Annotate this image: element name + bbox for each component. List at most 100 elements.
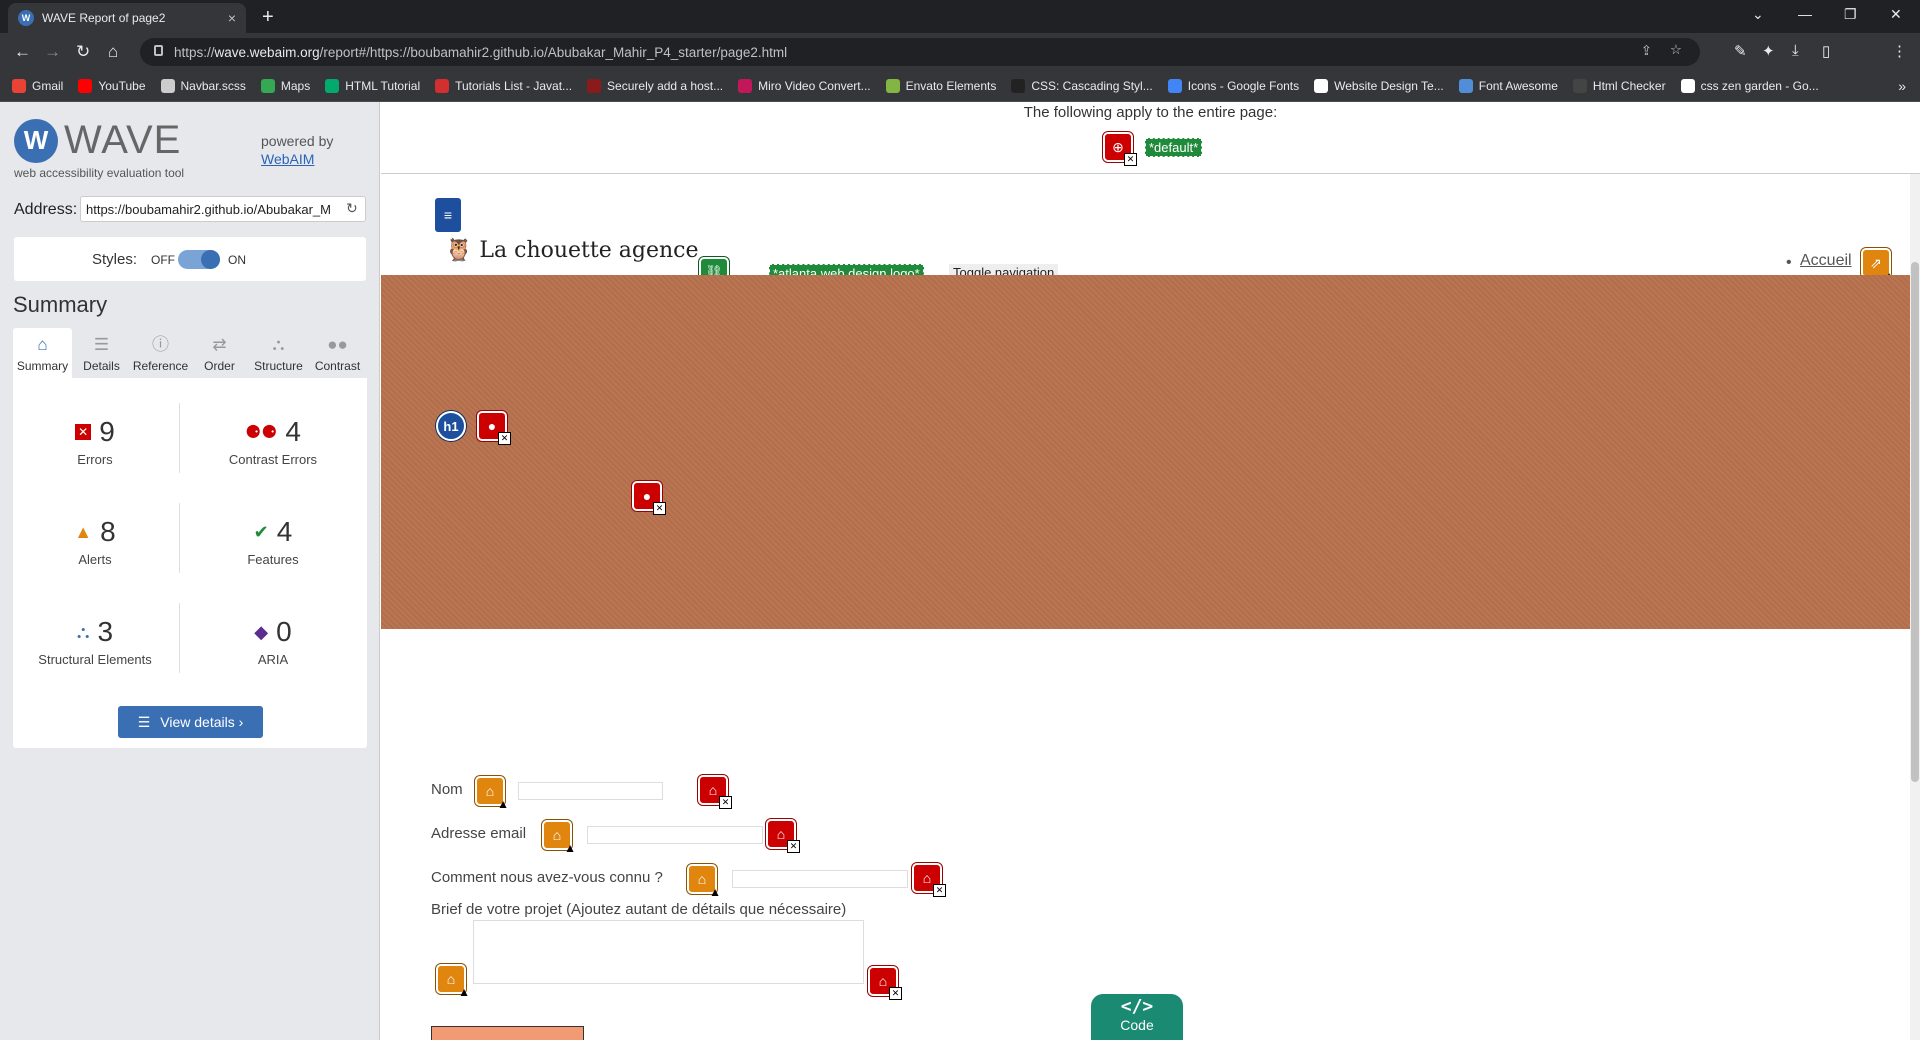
bookmark-item[interactable]: HTML Tutorial [325, 79, 420, 93]
redundant-link-alert-icon[interactable]: ⇗▲ [1861, 248, 1895, 283]
bookmark-favicon-icon [160, 79, 175, 93]
wave-favicon-icon: W [18, 10, 34, 26]
error-x-badge: ✕ [653, 502, 666, 515]
back-icon[interactable]: ← [14, 42, 31, 62]
webaim-link[interactable]: WebAIM [261, 151, 314, 167]
refresh-icon[interactable]: ↻ [346, 200, 358, 217]
view-details-button[interactable]: ☰ View details › [118, 706, 263, 738]
empty-button-error-icon[interactable]: ● ✕ [632, 481, 666, 515]
tab-search-icon[interactable]: ⌄ [1752, 6, 1764, 23]
alert-badge: ▲ [709, 885, 721, 899]
styles-toggle[interactable] [178, 250, 220, 269]
source-input[interactable] [732, 870, 908, 888]
reload-icon[interactable]: ↻ [76, 42, 90, 62]
extension-wave-icon[interactable]: ✎ [1734, 42, 1747, 60]
tab-structure[interactable]: ⛬ Structure [249, 328, 308, 378]
extensions-puzzle-icon[interactable]: ✦ [1762, 42, 1775, 60]
wave-logo: W WAVE [14, 118, 181, 163]
label-alert-icon[interactable]: ⌂ ▲ [687, 864, 721, 899]
browser-tab[interactable]: W WAVE Report of page2 × [8, 3, 246, 33]
features-label: Features [247, 552, 299, 567]
bookmark-favicon-icon [1167, 79, 1182, 93]
label-alert-icon[interactable]: ⌂ ▲ [542, 820, 576, 855]
bookmark-item[interactable]: Icons - Google Fonts [1167, 79, 1299, 93]
aria-stat[interactable]: ◆ 0 ARIA [198, 616, 348, 667]
errors-count: 9 [99, 416, 115, 447]
contrast-errors-stat[interactable]: ⚈⚈ 4 Contrast Errors [198, 416, 348, 467]
tab-details[interactable]: ☰ Details [72, 328, 131, 378]
share-icon[interactable]: ⇪ [1641, 43, 1652, 59]
scrollbar-thumb[interactable] [1911, 262, 1919, 782]
bookmark-item[interactable]: css zen garden - Go... [1680, 79, 1819, 93]
email-input[interactable] [587, 826, 763, 844]
bookmarks-more-icon[interactable]: » [1898, 78, 1906, 94]
bookmark-item[interactable]: YouTube [78, 79, 146, 93]
bookmark-item[interactable]: Navbar.scss [160, 79, 246, 93]
missing-label-error-icon[interactable]: ⌂ ✕ [698, 775, 732, 809]
address-bar[interactable]: https://wave.webaim.org/report#/https://… [140, 38, 1700, 66]
tab-contrast[interactable]: ●● Contrast [308, 328, 367, 378]
tab-summary[interactable]: ⌂ Summary [13, 328, 72, 378]
errors-stat[interactable]: ✕ 9 Errors [20, 416, 170, 467]
bookmark-favicon-icon [738, 79, 753, 93]
bookmark-favicon-icon [587, 79, 602, 93]
submit-button[interactable] [431, 1026, 584, 1040]
bookmark-item[interactable]: Miro Video Convert... [738, 79, 871, 93]
new-tab-button[interactable]: + [262, 6, 274, 29]
minimize-icon[interactable]: — [1798, 6, 1812, 22]
alert-icon: ▲ [74, 521, 93, 542]
bookmark-label: Miro Video Convert... [758, 79, 871, 93]
tab-label: Reference [132, 359, 189, 373]
label-alert-icon[interactable]: ⌂ ▲ [475, 776, 509, 811]
panel-tabs: ⌂ Summary ☰ Details ⓘ Reference ⇄ Order ⛬ Str… [13, 328, 367, 378]
bookmark-item[interactable]: Font Awesome [1458, 79, 1558, 93]
missing-label-error-icon[interactable]: ⌂ ✕ [912, 863, 946, 897]
styles-label: Styles: [92, 251, 138, 268]
h1-structure-icon[interactable]: h1 [436, 411, 466, 441]
bookmark-item[interactable]: Gmail [12, 79, 63, 93]
missing-label-error-icon[interactable]: ⌂ ✕ [868, 966, 902, 1000]
site-logo[interactable]: 🦉 La chouette agence [445, 238, 698, 263]
alert-badge: ▲ [564, 841, 576, 855]
tab-order[interactable]: ⇄ Order [190, 328, 249, 378]
order-icon: ⇄ [212, 335, 227, 354]
empty-heading-error-icon[interactable]: ● ✕ [477, 411, 511, 445]
error-x-badge: ✕ [719, 796, 732, 809]
label-alert-icon[interactable]: ⌂ ▲ [436, 964, 470, 999]
brief-textarea[interactable] [473, 920, 864, 984]
nav-link-accueil[interactable]: Accueil [1800, 252, 1852, 270]
address-input[interactable]: https://boubamahir2.github.io/Abubakar_M [80, 196, 366, 222]
bookmark-item[interactable]: Html Checker [1572, 79, 1666, 93]
page-scrollbar[interactable] [1910, 174, 1920, 1040]
missing-label-error-icon[interactable]: ⌂ ✕ [766, 819, 800, 853]
home-icon[interactable]: ⌂ [108, 42, 118, 62]
tab-close-icon[interactable]: × [228, 10, 236, 26]
bookmark-item[interactable]: CSS: Cascading Styl... [1011, 79, 1153, 93]
structural-stat[interactable]: ⛬ 3 Structural Elements [20, 616, 170, 667]
bookmark-item[interactable]: Website Design Te... [1314, 79, 1444, 93]
bookmark-item[interactable]: Securely add a host... [587, 79, 723, 93]
tab-reference[interactable]: ⓘ Reference [131, 328, 190, 378]
restore-icon[interactable]: ❐ [1844, 6, 1857, 23]
tab-label: Order [204, 359, 235, 373]
wave-subtitle: web accessibility evaluation tool [14, 166, 185, 180]
bookmark-label: Navbar.scss [180, 79, 246, 93]
download-icon[interactable]: ⤓ [1792, 42, 1799, 59]
window-close-icon[interactable]: ✕ [1890, 6, 1902, 23]
bookmark-item[interactable]: Maps [260, 79, 310, 93]
bookmark-star-icon[interactable]: ☆ [1670, 42, 1682, 58]
bookmark-item[interactable]: Envato Elements [885, 79, 996, 93]
language-error-icon[interactable]: ⊕ ✕ [1103, 132, 1137, 166]
bookmark-item[interactable]: Tutorials List - Javat... [435, 79, 572, 93]
code-toggle-button[interactable]: </> Code [1091, 994, 1183, 1040]
menu-dots-icon[interactable]: ⋮ [1892, 42, 1907, 60]
tab-title: WAVE Report of page2 [42, 11, 166, 25]
nom-input[interactable] [518, 782, 663, 800]
side-panel-icon[interactable]: ▯ [1822, 42, 1830, 60]
default-language-label[interactable]: *default* [1145, 138, 1203, 157]
bookmarks-bar: Gmail YouTube Navbar.scss Maps HTML Tutorial… [0, 71, 1920, 102]
features-stat[interactable]: ✔ 4 Features [198, 516, 348, 567]
list-icon: ☰ [93, 335, 110, 354]
alerts-stat[interactable]: ▲ 8 Alerts [20, 516, 170, 567]
forward-icon[interactable]: → [44, 42, 61, 62]
